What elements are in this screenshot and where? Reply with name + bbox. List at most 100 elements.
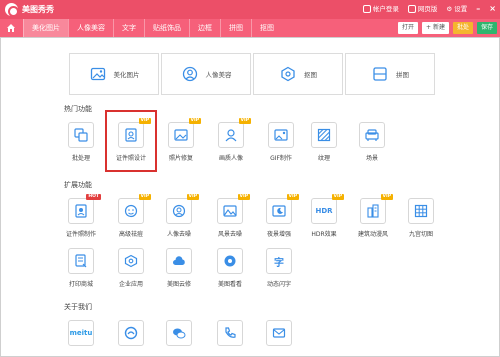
- landscape-denoise-icon: [223, 205, 237, 217]
- hot-item-batch-label: 批处理: [71, 155, 90, 162]
- about-item-phone-box: [217, 320, 243, 346]
- ext-item-acne-remove[interactable]: VIP 高级祛痘: [108, 194, 154, 238]
- hot-item-scene-label: 场景: [365, 155, 378, 162]
- hot-item-portrait-quality-label: 画质人像: [218, 155, 243, 162]
- about-item-xiuxiu[interactable]: [108, 320, 154, 346]
- close-button[interactable]: ×: [489, 4, 496, 13]
- tab-stickers[interactable]: 贴纸饰品: [144, 19, 189, 37]
- save-button[interactable]: 保存: [476, 22, 497, 34]
- building-anime-icon: [367, 204, 379, 218]
- photo-repair-icon: [174, 129, 188, 141]
- ext-item-meitu-viewer-label: 美图看看: [217, 281, 242, 288]
- about-item-meitu[interactable]: meitu: [58, 320, 104, 346]
- vip-badge: VIP: [188, 118, 201, 124]
- hot-item-batch[interactable]: 批处理: [58, 122, 104, 162]
- account-login-button[interactable]: 帐户登录: [362, 3, 399, 13]
- vip-badge: VIP: [186, 194, 199, 200]
- tab-frame[interactable]: 边框: [189, 19, 220, 37]
- ext-item-enterprise-label: 企业应用: [118, 281, 143, 288]
- tab-portrait[interactable]: 人像美容: [68, 19, 113, 37]
- ext-item-grid-cut[interactable]: 九宫切图: [398, 198, 444, 238]
- about-item-phone[interactable]: [207, 320, 253, 346]
- hot-item-gif-label: GIF制作: [270, 155, 292, 162]
- card-collage-label: 拼图: [396, 71, 409, 79]
- card-beautify[interactable]: 美化图片: [69, 53, 159, 95]
- main-panel: 美化图片 人像美容 抠图 拼图 热门功能 批处理 VIP 证件照设计 VIP 照…: [0, 37, 500, 357]
- ext-item-hdr-label: HDR效果: [311, 231, 337, 238]
- user-icon: [362, 5, 371, 13]
- ext-item-id-photo-make[interactable]: HOT 证件照制作: [58, 194, 104, 238]
- ext-item-meitu-viewer-box: [217, 248, 243, 274]
- app-logo-icon: [5, 3, 19, 17]
- hot-item-scene[interactable]: 场景: [349, 122, 395, 162]
- hot-item-gif[interactable]: GIF制作: [258, 122, 304, 162]
- toolbar-actions: 打开 + 新建 批处 保存: [398, 22, 497, 34]
- ext-item-grid-cut-label: 九宫切图: [408, 231, 433, 238]
- hot-item-photo-repair-box: VIP: [168, 118, 201, 148]
- card-portrait[interactable]: 人像美容: [161, 53, 251, 95]
- section-hot-title: 热门功能: [64, 105, 92, 113]
- new-button[interactable]: + 新建: [422, 22, 449, 34]
- vip-badge: VIP: [138, 194, 151, 200]
- ext-item-print-shop[interactable]: 打印商城: [58, 248, 104, 288]
- ext-item-portrait-denoise[interactable]: VIP 人像去噪: [156, 194, 202, 238]
- card-cutout-label: 抠图: [304, 71, 317, 79]
- texture-icon: [317, 128, 331, 142]
- ext-item-cloud-retouch-box: [166, 248, 192, 274]
- about-item-mail[interactable]: [256, 320, 302, 346]
- settings-button[interactable]: ⚙ 设置: [446, 3, 467, 13]
- print-shop-icon: [75, 254, 87, 268]
- card-beautify-label: 美化图片: [113, 71, 140, 79]
- ext-item-acne-remove-box: VIP: [118, 194, 151, 224]
- scene-icon: [365, 129, 379, 141]
- hot-item-photo-repair-label: 照片修复: [168, 155, 193, 162]
- ext-item-portrait-denoise-label: 人像去噪: [166, 231, 191, 238]
- meitu-xiuxiu-icon: [124, 326, 138, 340]
- monitor-icon: [407, 5, 416, 13]
- hot-item-photo-repair[interactable]: VIP 照片修复: [158, 118, 204, 162]
- ext-item-landscape-denoise-box: VIP: [217, 194, 250, 224]
- portrait-denoise-icon: [172, 204, 186, 218]
- ext-item-enterprise[interactable]: 企业应用: [108, 248, 154, 288]
- cutout-icon: [279, 65, 297, 83]
- tab-text[interactable]: 文字: [113, 19, 144, 37]
- web-version-button[interactable]: 网页版: [407, 3, 437, 13]
- about-item-wechat[interactable]: [156, 320, 202, 346]
- vip-badge: VIP: [237, 194, 250, 200]
- hot-item-texture[interactable]: 纹理: [301, 122, 347, 162]
- ext-item-id-photo-make-box: HOT: [68, 194, 101, 224]
- ext-item-building-anime-label: 建筑动漫风: [357, 231, 388, 238]
- ext-item-building-anime-box: VIP: [360, 194, 393, 224]
- meitu-viewer-icon: [224, 255, 236, 267]
- tab-collage[interactable]: 拼图: [220, 19, 251, 37]
- tab-bar: 美化图片 人像美容 文字 贴纸饰品 边框 拼图 抠图 打开 + 新建 批处 保存: [0, 19, 500, 37]
- hot-item-texture-label: 纹理: [317, 155, 330, 162]
- ext-item-building-anime[interactable]: VIP 建筑动漫风: [350, 194, 396, 238]
- ext-item-cloud-retouch[interactable]: 美图云修: [156, 248, 202, 288]
- ext-item-landscape-denoise-label: 风景去噪: [217, 231, 242, 238]
- portrait-icon: [181, 65, 199, 83]
- card-collage[interactable]: 拼图: [345, 53, 435, 95]
- ext-item-flash-text[interactable]: 字 动态闪字: [256, 248, 302, 288]
- meitu-logo-icon: meitu: [69, 329, 93, 337]
- section-about-title: 关于我们: [64, 303, 92, 311]
- ext-item-hdr[interactable]: VIP HDR HDR效果: [301, 194, 347, 238]
- minimize-button[interactable]: –: [476, 4, 480, 13]
- tab-beautify[interactable]: 美化图片: [23, 19, 68, 37]
- main-tabs: 美化图片 人像美容 文字 贴纸饰品 边框 拼图 抠图: [23, 19, 282, 37]
- hot-item-portrait-quality[interactable]: VIP 画质人像: [208, 118, 254, 162]
- title-bar: 美图秀秀 帐户登录 网页版 ⚙ 设置 – ×: [0, 0, 500, 19]
- ext-item-meitu-viewer[interactable]: 美图看看: [207, 248, 253, 288]
- ext-item-landscape-denoise[interactable]: VIP 风景去噪: [207, 194, 253, 238]
- card-cutout[interactable]: 抠图: [253, 53, 343, 95]
- ext-item-night-enhance[interactable]: VIP 夜景增强: [256, 194, 302, 238]
- batch-button[interactable]: 批处: [452, 22, 473, 34]
- home-button[interactable]: [3, 21, 19, 35]
- cloud-retouch-icon: [173, 256, 185, 265]
- ext-item-portrait-denoise-box: VIP: [166, 194, 199, 224]
- tab-cutout[interactable]: 抠图: [251, 19, 282, 37]
- hdr-icon: HDR: [315, 207, 333, 215]
- app-title: 美图秀秀: [22, 5, 54, 14]
- open-button[interactable]: 打开: [398, 22, 419, 34]
- wechat-icon: [173, 328, 186, 339]
